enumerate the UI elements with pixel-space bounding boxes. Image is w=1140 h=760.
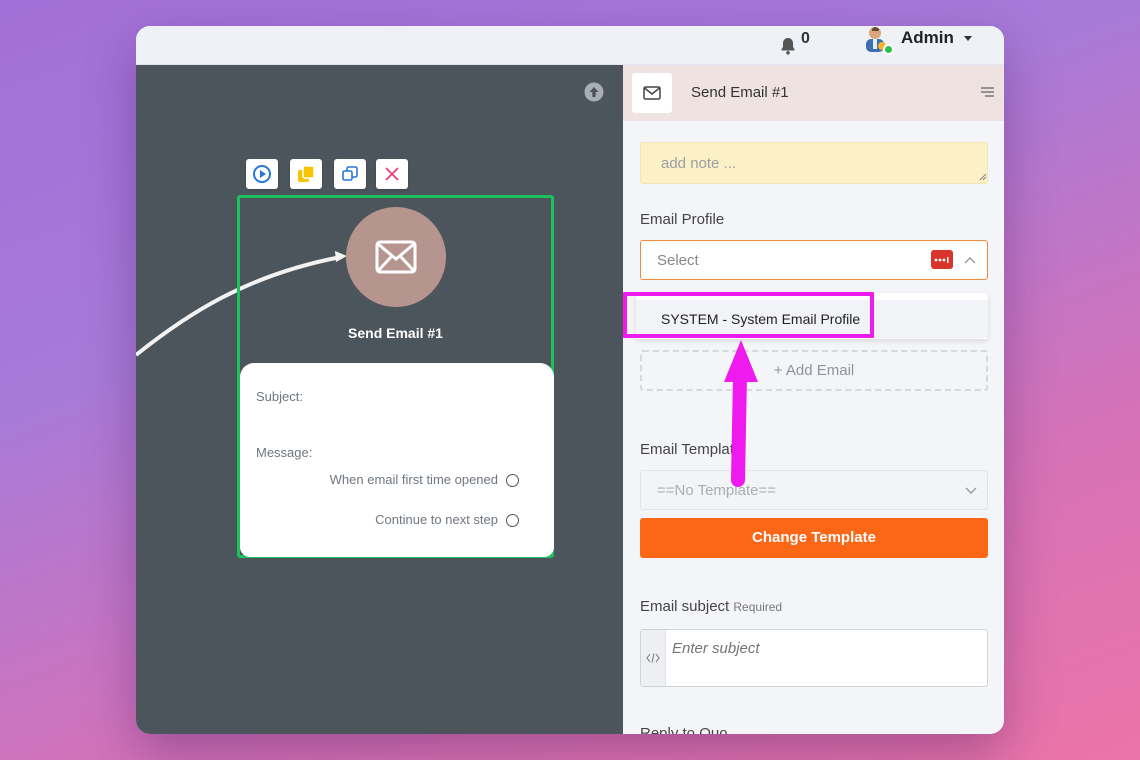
annotation-arrow [724,340,758,487]
